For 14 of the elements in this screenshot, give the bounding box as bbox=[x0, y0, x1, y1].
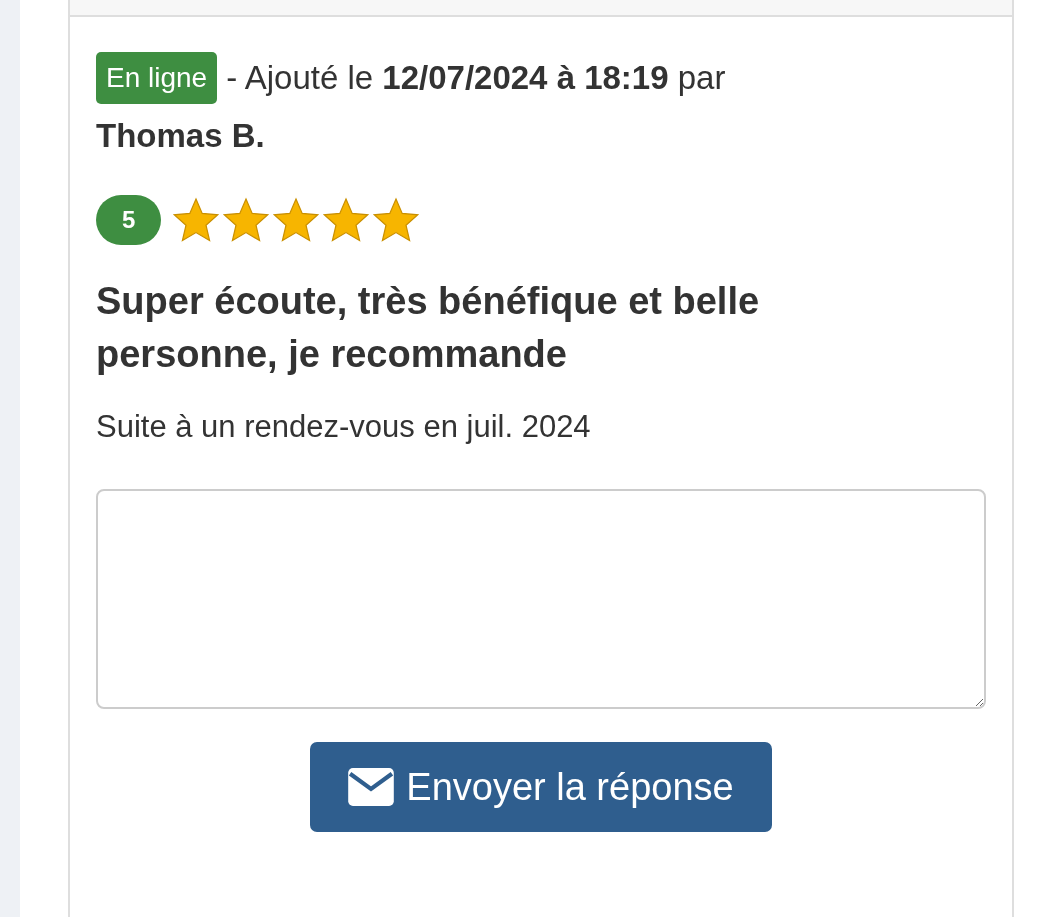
author-name: Thomas B. bbox=[96, 116, 266, 156]
star-icon bbox=[271, 196, 322, 244]
reply-field[interactable] bbox=[96, 489, 986, 709]
star-icon bbox=[171, 196, 222, 244]
envelope-icon bbox=[348, 768, 395, 806]
added-by-text: - Ajouté le 12/07/2024 à 18:19 par bbox=[225, 59, 726, 96]
rating-score: 5 bbox=[96, 195, 162, 245]
review-title: Super écoute, très bénéfique et belle personne, je recommande bbox=[96, 279, 761, 377]
star-icon bbox=[321, 196, 372, 244]
star-icon bbox=[371, 196, 422, 244]
review-context: Suite à un rendez-vous en juil. 2024 bbox=[96, 408, 592, 446]
status-badge: En ligne bbox=[96, 52, 218, 104]
star-icon bbox=[221, 196, 272, 244]
send-reply-button[interactable]: Envoyer la réponse bbox=[310, 742, 772, 832]
